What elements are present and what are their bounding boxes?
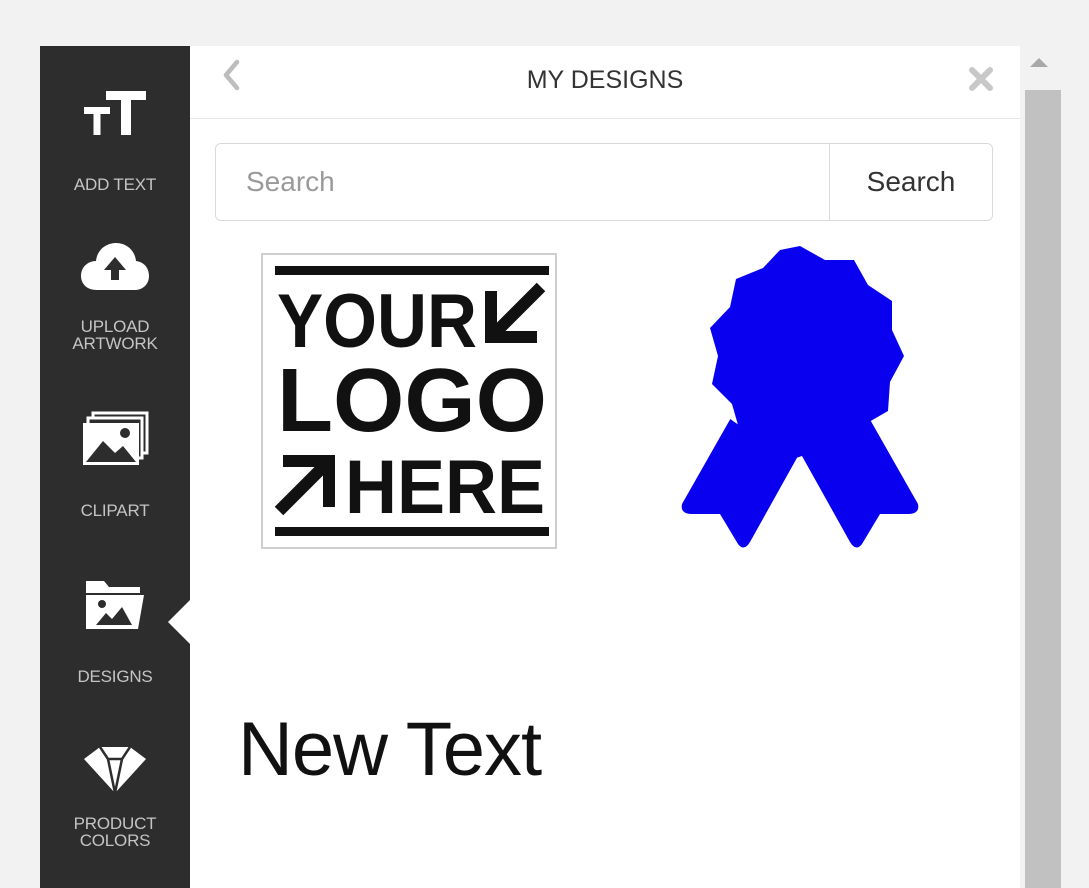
- sidebar-item-product-colors[interactable]: PRODUCT COLORS: [40, 741, 190, 849]
- search-bar: Search: [215, 143, 993, 221]
- sidebar-item-clipart[interactable]: CLIPART: [40, 408, 190, 519]
- design-thumbnail-text[interactable]: New Text: [238, 706, 542, 793]
- design-thumbnail-logo[interactable]: YOUR LOGO HERE: [261, 253, 557, 549]
- arrow-down-left-icon: [485, 282, 546, 343]
- sidebar-item-label: PRODUCT COLORS: [73, 814, 157, 850]
- arrow-up-right-icon: [274, 455, 335, 516]
- sidebar-item-label: ADD TEXT: [73, 175, 157, 194]
- scroll-up-arrow[interactable]: [1030, 58, 1048, 67]
- search-button[interactable]: Search: [829, 144, 992, 220]
- logo-placeholder-image: YOUR LOGO HERE: [274, 266, 549, 536]
- design-thumbnail-ribbon[interactable]: [680, 246, 920, 551]
- logo-line-3: HERE: [345, 445, 545, 530]
- active-indicator: [168, 600, 190, 644]
- panel-header: MY DESIGNS: [190, 46, 1020, 119]
- add-text-icon: [82, 84, 148, 144]
- folder-image-icon: [82, 576, 148, 632]
- award-ribbon-icon: [681, 246, 919, 548]
- close-icon: [968, 66, 994, 97]
- sidebar-item-label: CLIPART: [80, 501, 150, 520]
- sidebar: ADD TEXT UPLOAD ARTWORK CLIPART DESIGNS …: [40, 46, 190, 888]
- sidebar-item-label: UPLOAD ARTWORK: [72, 317, 158, 353]
- color-swatch-icon: [80, 741, 150, 797]
- sidebar-item-label: DESIGNS: [77, 667, 153, 686]
- images-icon: [81, 408, 149, 470]
- logo-line-2: LOGO: [277, 351, 547, 451]
- designs-panel: MY DESIGNS Search YOUR LOGO HERE: [190, 46, 1020, 888]
- scrollbar-thumb[interactable]: [1025, 90, 1061, 888]
- panel-title: MY DESIGNS: [526, 66, 684, 94]
- sidebar-item-upload-artwork[interactable]: UPLOAD ARTWORK: [40, 236, 190, 352]
- cloud-upload-icon: [79, 236, 151, 296]
- search-input[interactable]: [216, 144, 829, 220]
- close-button[interactable]: [966, 66, 996, 96]
- sidebar-item-add-text[interactable]: ADD TEXT: [40, 84, 190, 193]
